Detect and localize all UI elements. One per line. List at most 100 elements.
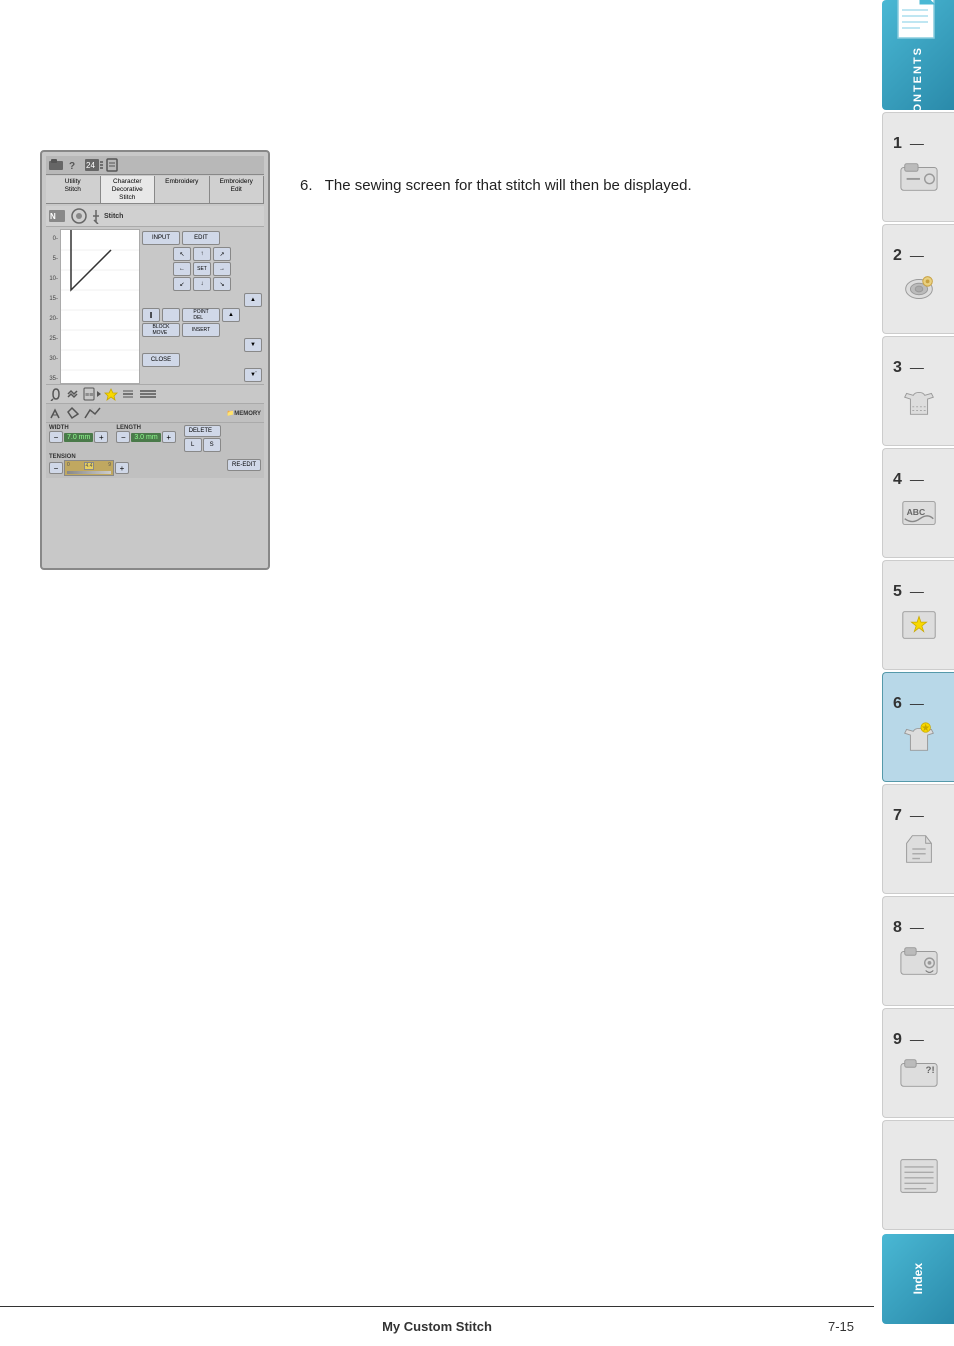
chapter-7-icon: [897, 827, 941, 871]
width-minus-button[interactable]: −: [49, 431, 63, 443]
ls-l-button[interactable]: L: [184, 438, 202, 452]
chapter-8-number: 8: [893, 919, 902, 937]
tab-embroidery[interactable]: Embroidery: [155, 176, 210, 203]
close-button[interactable]: CLOSE: [142, 353, 180, 367]
down-scroll-button[interactable]: ▼: [244, 338, 262, 352]
dir-nw-button[interactable]: ↖: [173, 247, 191, 261]
grid-canvas: [61, 230, 140, 384]
index-label: Index: [911, 1263, 925, 1294]
chapter-10-tab[interactable]: [882, 1120, 954, 1230]
re-edit-button[interactable]: RE-EDIT: [227, 459, 261, 471]
pause-button[interactable]: ‖: [142, 308, 160, 322]
bottom-icon-2: [66, 387, 80, 401]
grid-num-5: 5-: [46, 249, 60, 269]
chapter-9-icon: ?!: [897, 1051, 941, 1095]
tension-slider[interactable]: 0 4.4 9: [64, 460, 114, 476]
chapter-3-number: 3: [893, 359, 902, 377]
input-button[interactable]: INPUT: [142, 231, 180, 245]
chapter-1-number: 1: [893, 135, 902, 153]
machine-screen-container: ? 24 UtilityStitch CharacterDecorativeSt…: [40, 150, 270, 570]
grid-num-35: 35-: [46, 369, 60, 389]
chapter-6-icon: [897, 715, 941, 759]
footer-page-number: 7-15: [828, 1319, 854, 1334]
chapter-8-tab[interactable]: 8 —: [882, 896, 954, 1006]
chapter-9-number: 9: [893, 1031, 902, 1049]
delete-button[interactable]: DELETE: [184, 425, 221, 437]
chapter-6-tab[interactable]: 6 —: [882, 672, 954, 782]
contents-tab[interactable]: CONTENTS: [882, 0, 954, 110]
contents-icon: [896, 0, 940, 42]
down-scroll-2-button[interactable]: ▼̈: [244, 368, 262, 382]
step-number: 6.: [300, 177, 313, 194]
dir-ne-button[interactable]: ↗: [213, 247, 231, 261]
svg-text:24: 24: [86, 161, 95, 170]
chapter-4-tab[interactable]: 4 — ABC: [882, 448, 954, 558]
stitch-icon-1: N: [48, 208, 66, 224]
bottom-icon-6: [138, 387, 158, 401]
tension-plus-button[interactable]: +: [115, 462, 129, 474]
bottom-icon-5: [121, 387, 135, 401]
footer-title: My Custom Stitch: [382, 1319, 492, 1334]
block-move-button[interactable]: BLOCKMOVE: [142, 323, 180, 337]
dir-e-button[interactable]: →: [213, 262, 231, 276]
stitch-icon-3: [92, 208, 100, 224]
dir-sw-button[interactable]: ↙: [173, 277, 191, 291]
dir-se-button[interactable]: ↘: [213, 277, 231, 291]
grid-num-15: 15-: [46, 289, 60, 309]
edit-button[interactable]: EDIT: [182, 231, 220, 245]
instruction-text-content: The sewing screen for that stitch will t…: [325, 177, 692, 194]
chapter-7-number: 7: [893, 807, 902, 825]
chapter-8-icon: [897, 939, 941, 983]
chapter-7-tab[interactable]: 7 —: [882, 784, 954, 894]
grid-num-20: 20-: [46, 309, 60, 329]
width-plus-button[interactable]: +: [94, 431, 108, 443]
chapter-3-tab[interactable]: 3 —: [882, 336, 954, 446]
chapter-4-number: 4: [893, 471, 902, 489]
tab-utility-stitch[interactable]: UtilityStitch: [46, 176, 101, 203]
tension-minus-button[interactable]: −: [49, 462, 63, 474]
grid-num-0: 0-: [46, 229, 60, 249]
svg-text:?: ?: [69, 161, 75, 172]
up-arrow-2-button[interactable]: ▲: [222, 308, 240, 322]
set-button[interactable]: SET: [193, 262, 211, 276]
tab-embroidery-edit[interactable]: EmbroideryEdit: [210, 176, 265, 203]
tab-character-stitch[interactable]: CharacterDecorativeStitch: [101, 176, 156, 203]
point-delete-button[interactable]: POINTDEL: [182, 308, 220, 322]
memory-button[interactable]: 📁MEMORY: [104, 410, 261, 417]
chapter-6-number: 6: [893, 695, 902, 713]
machine-icon-2: ?: [68, 158, 82, 172]
length-plus-button[interactable]: +: [162, 431, 176, 443]
chapter-9-tab[interactable]: 9 — ?!: [882, 1008, 954, 1118]
bottom2-icon-1: [49, 406, 63, 420]
footer: My Custom Stitch 7-15: [0, 1306, 874, 1346]
contents-label: CONTENTS: [912, 46, 924, 110]
machine-tabs: UtilityStitch CharacterDecorativeStitch …: [46, 176, 264, 204]
chapter-2-tab[interactable]: 2 —: [882, 224, 954, 334]
grid-num-30: 30-: [46, 349, 60, 369]
bottom2-icon-2: [66, 406, 80, 420]
svg-text:N: N: [50, 212, 56, 221]
up-scroll-button[interactable]: ▲: [244, 293, 262, 307]
right-sidebar: CONTENTS 1 — 2 —: [874, 0, 954, 1346]
grid-num-10: 10-: [46, 269, 60, 289]
ls-s-button[interactable]: S: [203, 438, 221, 452]
spacing-button[interactable]: [162, 308, 180, 322]
bottom-icon-3: ≡≡: [83, 387, 101, 401]
bottom-icon-4: [104, 387, 118, 401]
dir-s-button[interactable]: ↓: [193, 277, 211, 291]
bottom2-icon-3: [83, 406, 101, 420]
length-minus-button[interactable]: −: [116, 431, 130, 443]
index-tab[interactable]: Index: [882, 1234, 954, 1324]
dir-n-button[interactable]: ↑: [193, 247, 211, 261]
dir-w-button[interactable]: ←: [173, 262, 191, 276]
chapter-1-tab[interactable]: 1 —: [882, 112, 954, 222]
chapter-5-tab[interactable]: 5 —: [882, 560, 954, 670]
file-icon: [106, 158, 120, 172]
svg-text:ABC: ABC: [906, 507, 925, 517]
svg-text:≡≡: ≡≡: [85, 392, 93, 399]
chapter-2-icon: [897, 267, 941, 311]
svg-text:?!: ?!: [925, 1065, 934, 1076]
bottom-icon-1: [49, 387, 63, 401]
chapter-2-number: 2: [893, 247, 902, 265]
insert-button[interactable]: INSERT: [182, 323, 220, 337]
